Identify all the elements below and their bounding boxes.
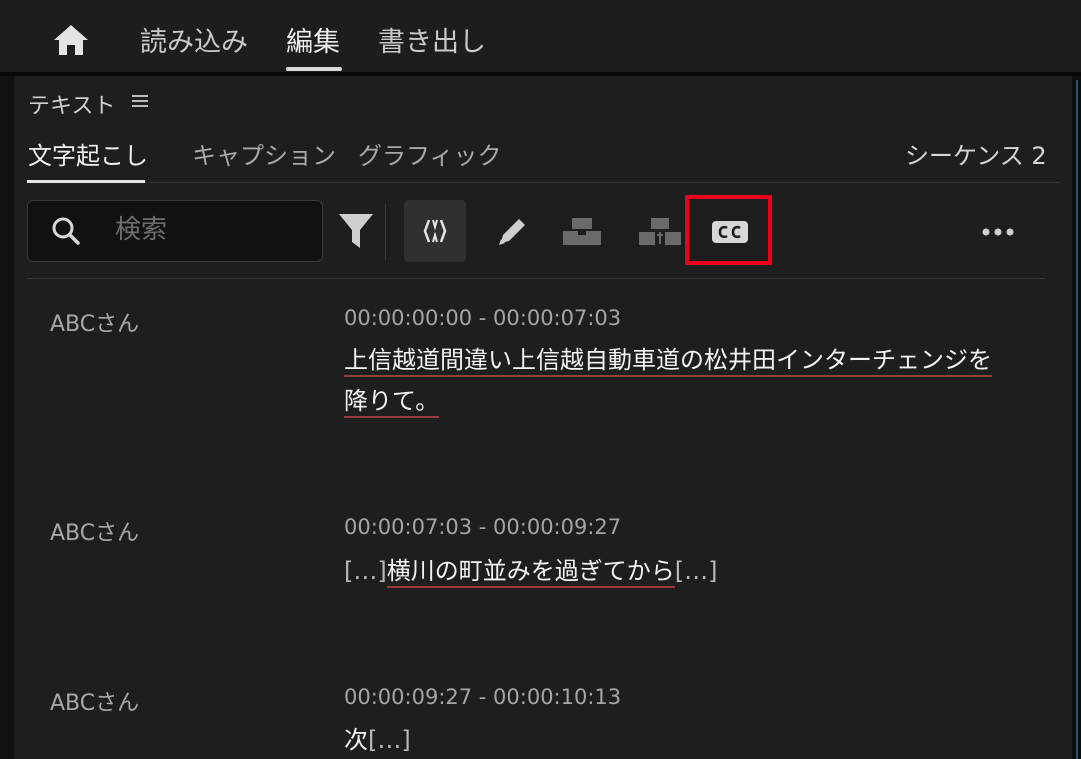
tab-export[interactable]: 書き出し xyxy=(378,20,486,59)
tab-captions[interactable]: キャプション xyxy=(192,136,336,171)
divider xyxy=(27,182,1060,183)
split-icon xyxy=(639,218,681,245)
timecode: 00:00:07:03 - 00:00:09:27 xyxy=(344,515,622,539)
tab-import[interactable]: 読み込み xyxy=(140,20,248,59)
merge-button[interactable] xyxy=(556,208,608,254)
transcript-text[interactable]: 降りて。 xyxy=(344,381,440,418)
edit-button[interactable] xyxy=(490,208,536,254)
sync-button[interactable] xyxy=(404,200,466,262)
divider xyxy=(385,204,386,260)
timecode: 00:00:09:27 - 00:00:10:13 xyxy=(344,685,622,709)
pencil-icon xyxy=(499,219,525,245)
panel-scrollbar[interactable] xyxy=(1076,80,1078,759)
merge-icon xyxy=(563,218,601,245)
panel-title: テキスト xyxy=(28,94,116,119)
pause-marker[interactable]: […] xyxy=(675,557,718,585)
search-input[interactable] xyxy=(115,213,315,247)
divider xyxy=(27,278,1045,279)
transcript-line[interactable]: 横川の町並みを過ぎてから xyxy=(386,557,675,588)
transcript-line[interactable]: 次 xyxy=(344,726,368,754)
tab-graphics[interactable]: グラフィック xyxy=(358,136,502,171)
active-tab-indicator xyxy=(286,67,342,71)
search-icon xyxy=(52,217,80,245)
transcript-text[interactable]: […]横川の町並みを過ぎてから[…] xyxy=(344,551,718,588)
pause-marker[interactable]: […] xyxy=(344,557,387,585)
tab-edit[interactable]: 編集 xyxy=(286,20,340,59)
text-panel xyxy=(14,76,1072,759)
home-icon xyxy=(54,25,88,55)
pause-marker[interactable]: […] xyxy=(368,726,411,754)
filter-button[interactable] xyxy=(334,207,378,255)
home-button[interactable] xyxy=(50,22,92,58)
speaker-label[interactable]: ABCさん xyxy=(50,306,139,338)
timecode: 00:00:00:00 - 00:00:07:03 xyxy=(344,306,622,330)
active-subtab-indicator xyxy=(27,180,145,183)
more-icon xyxy=(982,228,1014,236)
speaker-label[interactable]: ABCさん xyxy=(50,685,139,717)
speaker-label[interactable]: ABCさん xyxy=(50,515,139,547)
more-options-button[interactable] xyxy=(974,212,1022,252)
transcript-text[interactable]: 上信越道間違い上信越自動車道の松井田インターチェンジを xyxy=(344,340,992,377)
transcript-line[interactable]: 降りて。 xyxy=(344,387,440,418)
split-button[interactable] xyxy=(634,208,686,254)
sequence-name: シーケンス 2 xyxy=(905,142,1047,170)
filter-icon xyxy=(339,214,373,248)
tab-transcription[interactable]: 文字起こし xyxy=(28,136,148,171)
sync-icon xyxy=(423,219,447,243)
left-panel-edge xyxy=(0,76,14,759)
transcript-text[interactable]: 次[…] xyxy=(344,720,411,755)
transcript-line[interactable]: 上信越道間違い上信越自動車道の松井田インターチェンジを xyxy=(344,346,992,377)
hamburger-icon[interactable] xyxy=(131,92,149,110)
highlight-annotation xyxy=(685,195,772,265)
